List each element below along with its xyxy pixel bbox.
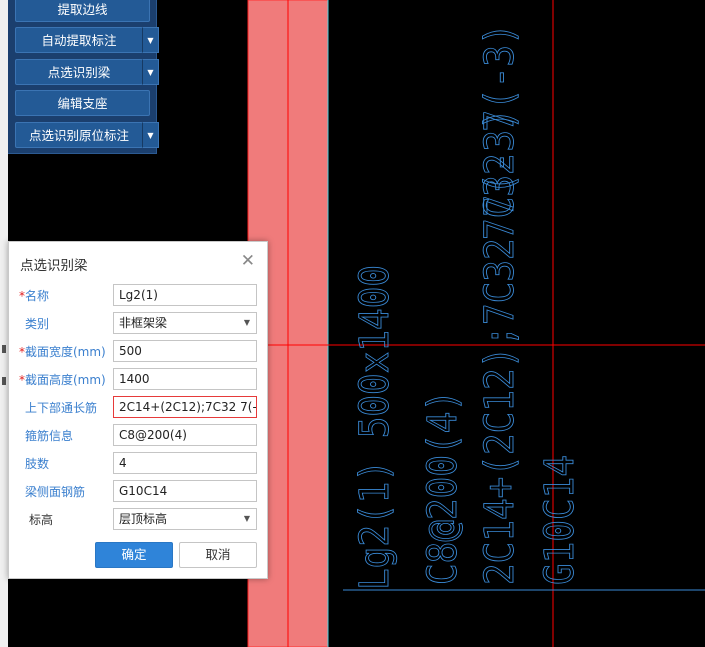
height-label: *截面高度(mm) bbox=[19, 373, 106, 387]
row-legs: 肢数 4 bbox=[9, 452, 269, 476]
cad-drawing-top: 7C32 7(-3) bbox=[476, 23, 523, 241]
row-height: *截面高度(mm) 1400 bbox=[9, 368, 269, 392]
row-width: *截面宽度(mm) 500 bbox=[9, 340, 269, 364]
row-elevation: 标高 层顶标高 ▼ bbox=[9, 508, 269, 532]
height-field[interactable]: 1400 bbox=[113, 368, 257, 390]
chevron-down-icon: ▼ bbox=[243, 514, 250, 523]
legs-field[interactable]: 4 bbox=[113, 452, 257, 474]
left-gutter bbox=[0, 0, 8, 647]
category-select[interactable]: 非框架梁 ▼ bbox=[113, 312, 257, 334]
stirrup-label: 箍筋信息 bbox=[25, 429, 74, 443]
side-rebar-label: 梁侧面钢筋 bbox=[25, 485, 86, 499]
cad-text-top-rebar: 7C32 7(-3) bbox=[476, 23, 522, 240]
gutter-marker bbox=[2, 345, 6, 353]
elevation-label: 标高 bbox=[29, 513, 54, 527]
cad-text-stirrup: C8@200(4) bbox=[419, 390, 465, 585]
row-category: 类别 非框架梁 ▼ bbox=[9, 312, 269, 336]
width-label: *截面宽度(mm) bbox=[19, 345, 106, 359]
through-rebar-label: 上下部通长筋 bbox=[25, 401, 98, 415]
elevation-select[interactable]: 层顶标高 ▼ bbox=[113, 508, 257, 530]
through-rebar-field[interactable]: 2C14+(2C12);7C32 7(-3) bbox=[113, 396, 257, 418]
row-through-rebar: 上下部通长筋 2C14+(2C12);7C32 7(-3) bbox=[9, 396, 269, 420]
cancel-button[interactable]: 取消 bbox=[179, 542, 257, 568]
width-field[interactable]: 500 bbox=[113, 340, 257, 362]
cad-text-side: G10C14 bbox=[536, 455, 582, 585]
row-side-rebar: 梁侧面钢筋 G10C14 bbox=[9, 480, 269, 504]
legs-label: 肢数 bbox=[25, 457, 50, 471]
row-stirrup: 箍筋信息 C8@200(4) bbox=[9, 424, 269, 448]
gutter-marker bbox=[2, 377, 6, 385]
stirrup-field[interactable]: C8@200(4) bbox=[113, 424, 257, 446]
category-label: 类别 bbox=[25, 317, 50, 331]
ok-button[interactable]: 确定 bbox=[95, 542, 173, 568]
side-rebar-field[interactable]: G10C14 bbox=[113, 480, 257, 502]
chevron-down-icon: ▼ bbox=[243, 318, 250, 327]
cad-text-beam: Lg2(1) 500x1400 bbox=[351, 265, 397, 590]
